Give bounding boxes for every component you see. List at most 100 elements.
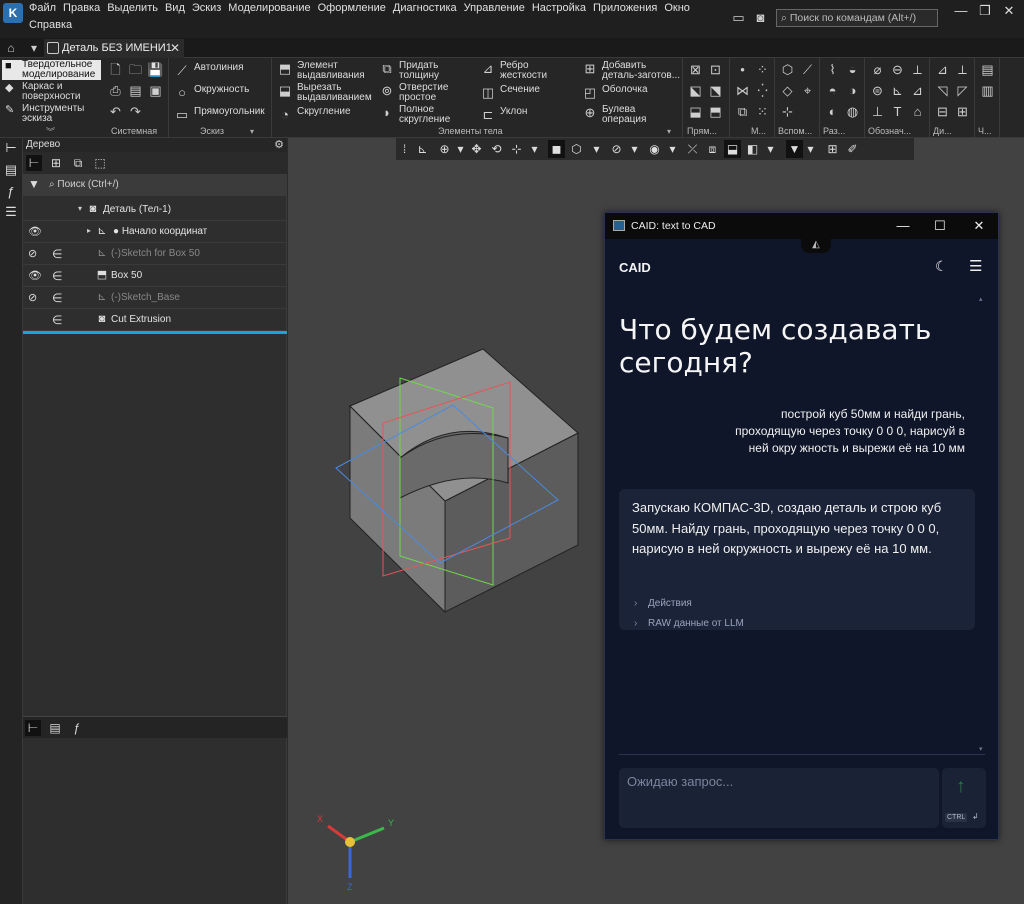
point-icon[interactable]: •: [734, 61, 751, 78]
simple-hole-button[interactable]: ⊚ Отверстие простое: [379, 83, 459, 103]
tool-icon[interactable]: ⬒: [707, 103, 724, 120]
shell-button[interactable]: ◰ Оболочка: [582, 85, 648, 101]
annotation-icon[interactable]: ⊜: [869, 82, 886, 99]
send-button[interactable]: ↑ CTRL ↲: [942, 768, 986, 828]
selection-icon[interactable]: ⬚: [92, 155, 108, 171]
menu-management[interactable]: Управление: [462, 0, 527, 17]
menu-sketch[interactable]: Эскиз: [190, 0, 223, 17]
include-icon[interactable]: ∈: [52, 313, 66, 327]
scroll-down-icon[interactable]: ▾: [979, 745, 983, 753]
annotation-icon[interactable]: ⊿: [909, 82, 926, 99]
undo-icon[interactable]: ↶: [107, 103, 124, 120]
circle-button[interactable]: ○ Окружность: [174, 85, 249, 101]
panel-toggle-icon[interactable]: ▭: [730, 9, 747, 26]
tool-icon[interactable]: ⬓: [687, 103, 704, 120]
autoline-button[interactable]: ⟋ Автолиния: [174, 63, 243, 79]
plane-icon[interactable]: ◇: [779, 82, 796, 99]
measure-icon[interactable]: ◸: [954, 82, 971, 99]
properties-icon[interactable]: ▤: [47, 720, 63, 736]
boolean-button[interactable]: ⊕ Булева операция: [582, 105, 662, 125]
components-icon[interactable]: ⧉: [70, 155, 86, 171]
tree-row-cut-extrusion[interactable]: ∈ ◙ Cut Extrusion: [23, 309, 287, 331]
tree-row-origin[interactable]: 👁 ▸ ⊾ ● Начало координат: [23, 221, 287, 243]
drawing-icon[interactable]: ▤: [979, 61, 996, 78]
measure-icon[interactable]: ⊟: [934, 103, 951, 120]
annotation-icon[interactable]: ⌂: [909, 103, 926, 120]
annotation-icon[interactable]: ⊾: [889, 82, 906, 99]
include-icon[interactable]: ∈: [52, 247, 66, 261]
caid-maximize-button[interactable]: ☐: [928, 216, 952, 236]
menu-help[interactable]: Справка: [27, 17, 74, 34]
measure-icon[interactable]: ◹: [934, 82, 951, 99]
copy-icon[interactable]: ⧉: [734, 103, 751, 120]
draft-button[interactable]: ⊏ Уклон: [480, 107, 528, 123]
chevron-down-icon[interactable]: ▾: [26, 40, 42, 56]
array-icon[interactable]: ⁛: [754, 82, 771, 99]
plane-icon[interactable]: ⬡: [779, 61, 796, 78]
rectangle-button[interactable]: ▭ Прямоугольник: [174, 107, 265, 123]
annotation-icon[interactable]: ⊥: [869, 103, 886, 120]
tree-row-part[interactable]: ▾ ◙ Деталь (Тел-1): [23, 199, 287, 221]
tree-view-icon[interactable]: ⊢: [25, 720, 41, 736]
measure-icon[interactable]: ⊿: [934, 61, 951, 78]
measure-icon[interactable]: ⊞: [954, 103, 971, 120]
filter-icon[interactable]: ▼: [28, 177, 40, 191]
app-logo-icon[interactable]: K: [3, 3, 23, 23]
thread-icon[interactable]: ⌀: [869, 61, 886, 78]
split-icon[interactable]: ⌇: [824, 61, 841, 78]
group-menu-chevron-icon[interactable]: ▾: [667, 127, 671, 136]
expand-arrow-icon[interactable]: ▸: [87, 226, 91, 235]
tree-search-input[interactable]: ⌕ Поиск (Ctrl+/): [49, 177, 119, 193]
tool-icon[interactable]: ⊠: [687, 61, 704, 78]
menu-file[interactable]: Файл: [27, 0, 58, 17]
save-icon[interactable]: 💾: [147, 61, 164, 78]
theme-toggle-icon[interactable]: ☾: [935, 258, 948, 275]
variables-icon[interactable]: ƒ: [3, 184, 19, 200]
axis-icon[interactable]: ⟋: [799, 61, 816, 78]
redo-icon[interactable]: ↷: [127, 103, 144, 120]
caid-minimize-button[interactable]: —: [891, 216, 915, 236]
collapse-chevron-icon[interactable]: ︾: [46, 125, 55, 138]
mode-sketch-tools[interactable]: ✎ Инструменты эскиза: [2, 104, 101, 124]
annotation-icon[interactable]: ⟂: [909, 61, 926, 78]
raw-data-expander[interactable]: › RAW данные от LLM: [634, 618, 744, 629]
measure-icon[interactable]: ⟂: [954, 61, 971, 78]
mode-solid-modeling[interactable]: ■ Твердотельное моделирование: [2, 60, 101, 80]
menu-modeling[interactable]: Моделирование: [226, 0, 312, 17]
add-blank-button[interactable]: ⊞ Добавить деталь-заготов...: [582, 61, 682, 81]
tree-row-sketch-box[interactable]: ⊘ ∈ ⊾ (-)Sketch for Box 50: [23, 243, 287, 265]
home-icon[interactable]: ⌂: [3, 40, 19, 56]
new-document-icon[interactable]: 🗋: [107, 61, 124, 78]
gear-icon[interactable]: ⚙: [274, 138, 284, 152]
fillet-button[interactable]: ◔ Скругление: [277, 107, 350, 123]
tree-splitter[interactable]: [23, 331, 287, 334]
layers-icon[interactable]: ☰: [3, 204, 19, 220]
include-icon[interactable]: ∈: [52, 291, 66, 305]
expand-arrow-icon[interactable]: ▾: [78, 204, 82, 213]
section-button[interactable]: ◫ Сечение: [480, 85, 540, 101]
full-fillet-button[interactable]: ◗ Полное скругление: [379, 105, 459, 125]
tree-row-box[interactable]: 👁 ∈ ⬒ Box 50: [23, 265, 287, 287]
tool-icon[interactable]: ⊡: [707, 61, 724, 78]
array-icon[interactable]: ⁘: [754, 61, 771, 78]
menu-apps[interactable]: Приложения: [591, 0, 659, 17]
split-icon[interactable]: ◍: [844, 103, 861, 120]
hamburger-menu-icon[interactable]: ☰: [969, 257, 982, 275]
close-button[interactable]: ✕: [998, 0, 1020, 22]
mode-surfaces[interactable]: ◆ Каркас и поверхности: [2, 82, 101, 102]
properties-icon[interactable]: ▤: [3, 162, 19, 178]
text-icon[interactable]: T: [889, 103, 906, 120]
split-icon[interactable]: ◑: [844, 82, 861, 99]
open-folder-icon[interactable]: 🗀: [127, 61, 144, 78]
print-icon[interactable]: ⎙: [107, 82, 124, 99]
eye-icon[interactable]: 👁: [28, 269, 42, 282]
tool-icon[interactable]: ⬕: [687, 82, 704, 99]
screenshot-icon[interactable]: ◙: [752, 9, 769, 26]
array-icon[interactable]: ⁙: [754, 103, 771, 120]
menu-design[interactable]: Оформление: [316, 0, 388, 17]
tab-close-icon[interactable]: ✕: [170, 39, 180, 58]
menu-settings[interactable]: Настройка: [530, 0, 588, 17]
eye-hidden-icon[interactable]: ⊘: [28, 291, 42, 304]
include-icon[interactable]: ∈: [52, 269, 66, 283]
menu-window[interactable]: Окно: [662, 0, 692, 17]
